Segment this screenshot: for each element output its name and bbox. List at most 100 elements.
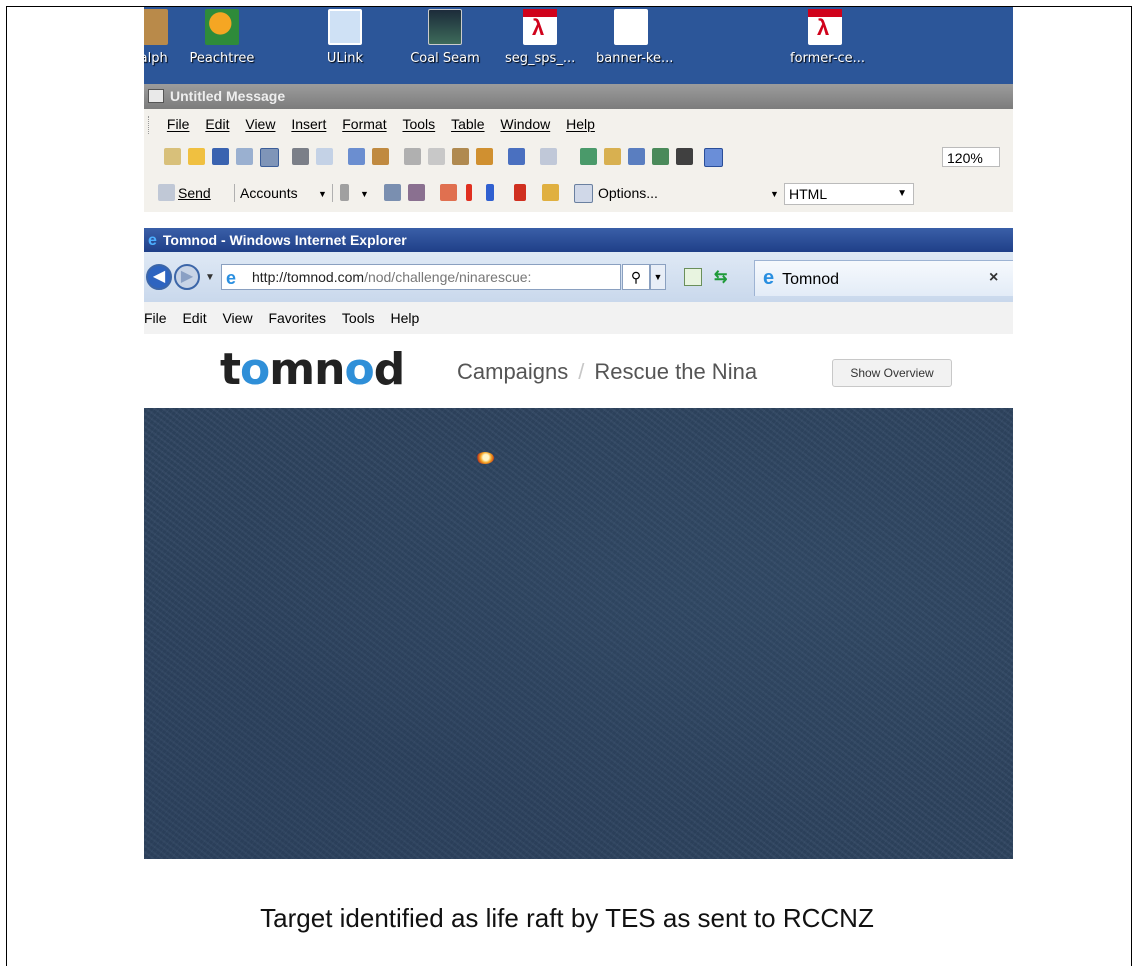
columns-icon[interactable] xyxy=(676,148,693,165)
breadcrumb-campaigns[interactable]: Campaigns xyxy=(457,359,568,384)
pdf-icon xyxy=(523,9,557,45)
open-folder-icon[interactable] xyxy=(188,148,205,165)
cut-icon[interactable] xyxy=(404,148,421,165)
desktop-icon-ulink[interactable]: ULink xyxy=(310,9,380,66)
options-button[interactable]: Options... xyxy=(598,185,658,201)
ie-menu-edit[interactable]: Edit xyxy=(182,310,206,326)
hyperlink-icon[interactable] xyxy=(580,148,597,165)
menu-help[interactable]: Help xyxy=(566,109,595,139)
tomnod-logo[interactable]: tomnod xyxy=(220,348,405,392)
desktop-icon-former[interactable]: former-ce... xyxy=(790,9,865,66)
attach-icon[interactable] xyxy=(340,184,349,201)
undo-icon[interactable] xyxy=(508,148,525,165)
compatibility-view-icon[interactable] xyxy=(684,268,702,286)
drawing-icon[interactable] xyxy=(704,148,723,167)
browser-tab[interactable]: e Tomnod × xyxy=(754,260,1013,296)
message-icon xyxy=(148,89,164,103)
menu-insert[interactable]: Insert xyxy=(291,109,326,139)
browser-titlebar[interactable]: e Tomnod - Windows Internet Explorer xyxy=(144,228,1013,252)
menu-format[interactable]: Format xyxy=(342,109,386,139)
menu-tools[interactable]: Tools xyxy=(402,109,435,139)
breadcrumb: Campaigns / Rescue the Nina xyxy=(457,359,757,385)
toolbar-grip[interactable] xyxy=(148,116,151,135)
copy-icon[interactable] xyxy=(428,148,445,165)
print-icon[interactable] xyxy=(260,148,279,167)
menu-edit[interactable]: Edit xyxy=(205,109,229,139)
url-path: /nod/challenge/ninarescue: xyxy=(364,269,532,285)
refresh-icon[interactable]: ⇆ xyxy=(714,267,727,287)
back-button[interactable]: ◀ xyxy=(146,264,172,290)
show-overview-button[interactable]: Show Overview xyxy=(832,359,952,387)
options-envelope-icon[interactable] xyxy=(440,184,457,201)
accounts-dropdown-icon[interactable]: ▼ xyxy=(318,189,327,199)
search-icon[interactable]: ⚲ xyxy=(622,264,650,290)
options-dropdown-icon[interactable]: ▼ xyxy=(770,189,779,199)
breadcrumb-separator: / xyxy=(578,359,585,384)
message-format-select[interactable]: HTML ▼ xyxy=(784,183,914,205)
tab-favicon-icon: e xyxy=(763,267,775,289)
satellite-image[interactable] xyxy=(144,408,1013,859)
ie-menu-view[interactable]: View xyxy=(222,310,252,326)
message-window-title: Untitled Message xyxy=(170,88,286,104)
ie-menu-file[interactable]: File xyxy=(144,310,167,326)
ie-menu-tools[interactable]: Tools xyxy=(342,310,375,326)
address-bar[interactable]: e http://tomnod.com/nod/challenge/ninare… xyxy=(221,264,621,290)
zoom-box[interactable]: 120% xyxy=(942,147,1000,167)
desktop-icon-label: Coal Seam xyxy=(410,51,480,66)
menu-view[interactable]: View xyxy=(245,109,275,139)
life-raft-target xyxy=(476,452,494,464)
printer-icon[interactable] xyxy=(292,148,309,165)
redo-icon[interactable] xyxy=(540,148,557,165)
browser-title: Tomnod - Windows Internet Explorer xyxy=(162,232,407,248)
tables-borders-icon[interactable] xyxy=(604,148,621,165)
peachtree-icon xyxy=(205,9,239,45)
permission-folder-icon[interactable] xyxy=(542,184,559,201)
ie-menu-help[interactable]: Help xyxy=(391,310,420,326)
accounts-button[interactable]: Accounts xyxy=(240,185,298,201)
desktop-icon-seg-sps[interactable]: seg_sps_... xyxy=(505,9,575,66)
low-importance-icon[interactable] xyxy=(486,184,494,201)
logo-text: tomnod xyxy=(220,344,405,395)
print-preview-icon[interactable] xyxy=(316,148,333,165)
insert-table-icon[interactable] xyxy=(628,148,645,165)
send-button[interactable]: Send xyxy=(178,185,211,201)
high-importance-icon[interactable] xyxy=(466,184,472,201)
breadcrumb-campaign-name: Rescue the Nina xyxy=(594,359,758,384)
desktop-icon-ralph[interactable]: ralph xyxy=(144,9,186,66)
new-icon[interactable] xyxy=(164,148,181,165)
recent-pages-dropdown-icon[interactable]: ▼ xyxy=(205,272,215,283)
menu-window[interactable]: Window xyxy=(500,109,550,139)
flag-icon[interactable] xyxy=(514,184,526,201)
forward-button[interactable]: ▶ xyxy=(174,264,200,290)
spelling-icon[interactable] xyxy=(348,148,365,165)
message-format-value: HTML xyxy=(789,186,828,202)
check-names-icon[interactable] xyxy=(408,184,425,201)
toolbar-separator xyxy=(332,184,333,202)
desktop-icon-coal-seam[interactable]: Coal Seam xyxy=(410,9,480,66)
close-icon[interactable]: × xyxy=(989,261,998,295)
research-icon[interactable] xyxy=(372,148,389,165)
ie-menu-favorites[interactable]: Favorites xyxy=(268,310,326,326)
save-icon[interactable] xyxy=(212,148,229,165)
tab-title: Tomnod xyxy=(782,271,840,288)
menu-file[interactable]: File xyxy=(167,109,190,139)
desktop-icon-banner[interactable]: banner-ke... xyxy=(596,9,673,66)
paste-icon[interactable] xyxy=(452,148,469,165)
options-icon[interactable] xyxy=(574,184,593,203)
menu-table[interactable]: Table xyxy=(451,109,484,139)
send-icon[interactable] xyxy=(158,184,175,201)
address-book-icon[interactable] xyxy=(384,184,401,201)
tomnod-header: tomnod Campaigns / Rescue the Nina Show Ov… xyxy=(144,334,1013,408)
message-window-titlebar[interactable]: Untitled Message xyxy=(144,84,1013,109)
format-painter-icon[interactable] xyxy=(476,148,493,165)
desktop-icon-peachtree[interactable]: Peachtree xyxy=(187,9,257,66)
address-dropdown-icon[interactable]: ▼ xyxy=(650,264,666,290)
desktop-icon-label: ralph xyxy=(144,51,168,66)
chevron-down-icon: ▼ xyxy=(897,188,907,199)
browser-menubar: File Edit View Favorites Tools Help xyxy=(144,302,1013,335)
attach-dropdown-icon[interactable]: ▼ xyxy=(360,189,369,199)
desktop-icon-label: Peachtree xyxy=(189,51,255,66)
permission-icon[interactable] xyxy=(236,148,253,165)
toolbar-separator xyxy=(234,184,235,202)
insert-excel-icon[interactable] xyxy=(652,148,669,165)
